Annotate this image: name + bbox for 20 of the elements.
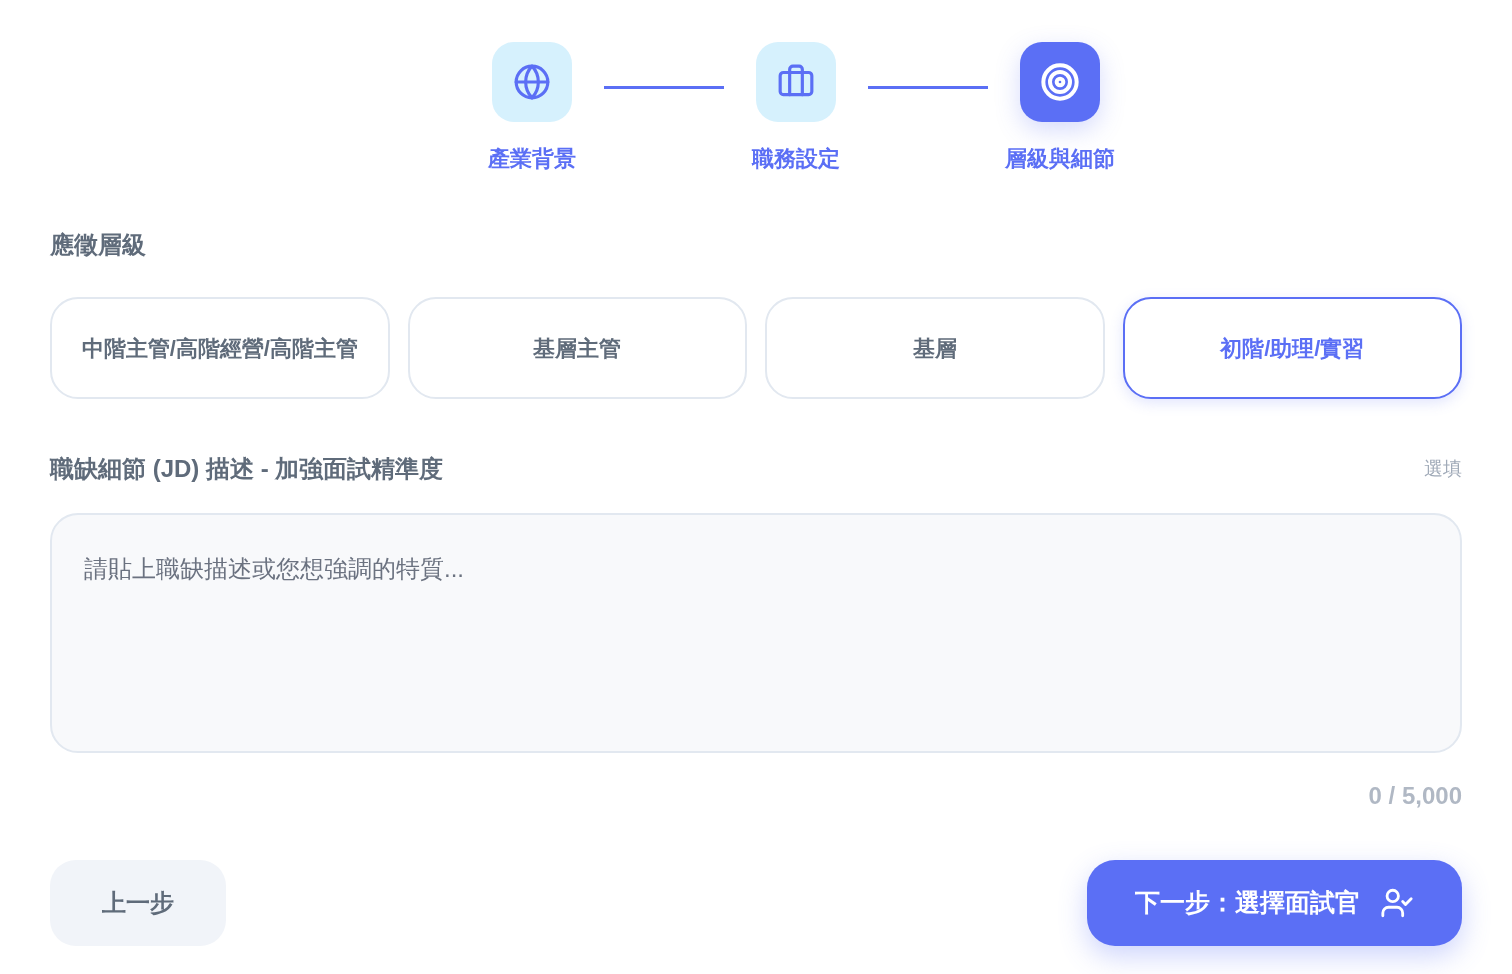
section-title: 應徵層級 [50,230,147,260]
level-option[interactable]: 初階/助理/實習 [1122,297,1462,399]
step-label: 職務設定 [752,145,840,173]
next-button[interactable]: 下一步：選擇面試官 [1087,860,1462,946]
level-option[interactable]: 中階主管/高階經營/高階主管 [50,297,390,399]
back-button[interactable]: 上一步 [50,860,226,946]
step-label: 層級與細節 [1005,145,1115,173]
level-option[interactable]: 基層主管 [407,297,747,399]
globe-icon [513,63,551,101]
user-check-icon [1380,886,1414,920]
optional-label: 選填 [1424,456,1462,481]
character-counter: 0 / 5,000 [1368,781,1462,811]
step-label: 產業背景 [488,145,576,173]
target-icon [1040,62,1080,102]
jd-text-area[interactable]: 請貼上職缺描述或您想強調的特質... [50,513,1462,753]
step-icon-tile[interactable] [1020,42,1100,122]
section-title: 職缺細節 (JD) 描述 - 加強面試精準度 [50,454,444,484]
level-option[interactable]: 基層 [765,297,1105,399]
step-icon-tile[interactable] [492,42,572,122]
step-icon-tile[interactable] [756,42,836,122]
